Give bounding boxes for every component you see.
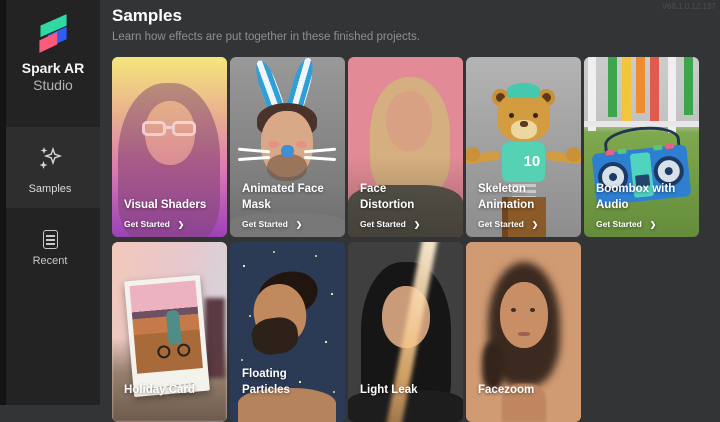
fence-ribbon — [636, 57, 645, 113]
sample-card-animated-face-mask[interactable]: Animated Face Mask Get Started ❯ — [230, 57, 345, 237]
bear-eye — [509, 113, 514, 118]
card-label: Face Distortion Get Started ❯ — [360, 181, 457, 229]
card-label: Visual Shaders Get Started ❯ — [124, 197, 221, 229]
sample-card-boombox-with-audio[interactable]: Boombox with Audio Get Started ❯ — [584, 57, 699, 237]
face-shape — [500, 282, 548, 348]
sidebar-item-samples[interactable]: Samples — [0, 127, 100, 208]
blush-shape — [268, 141, 279, 148]
bear-shirt: 10 — [502, 142, 545, 182]
get-started-link[interactable]: Get Started ❯ — [242, 219, 339, 229]
brand-name: Spark AR — [21, 60, 85, 76]
shirt-number: 10 — [523, 153, 541, 170]
card-label: Facezoom — [478, 382, 575, 398]
card-title: Animated Face Mask — [242, 183, 324, 211]
get-started-link[interactable]: Get Started ❯ — [596, 219, 693, 229]
brand: Spark AR Studio — [6, 0, 100, 94]
sparkles-icon — [39, 146, 63, 169]
chevron-right-icon: ❯ — [295, 219, 303, 229]
spark-ar-logo-icon — [39, 14, 67, 53]
fence-ribbon — [608, 57, 617, 117]
building-silhouette — [205, 298, 225, 378]
card-label: Animated Face Mask Get Started ❯ — [242, 181, 339, 229]
document-icon — [42, 230, 58, 249]
fence-ribbon — [650, 57, 659, 121]
window-edge — [0, 0, 6, 405]
bunny-nose — [281, 145, 294, 157]
eye-shape — [530, 308, 535, 312]
chevron-right-icon: ❯ — [649, 219, 657, 229]
sample-card-light-leak[interactable]: Light Leak — [348, 242, 463, 422]
card-title: Light Leak — [360, 384, 418, 396]
boombox-button — [652, 144, 663, 151]
beard-shape — [267, 154, 307, 181]
brand-subname: Studio — [33, 77, 73, 93]
card-label: Skeleton Animation Get Started ❯ — [478, 181, 575, 229]
card-label: Boombox with Audio Get Started ❯ — [596, 181, 693, 229]
lips-shape — [518, 332, 530, 336]
eye-shape — [511, 308, 516, 312]
bike-wheel — [176, 343, 191, 358]
blush-shape — [296, 141, 307, 148]
sample-card-holiday-card[interactable]: Holiday Card — [112, 242, 227, 422]
sample-card-floating-particles[interactable]: Floating Particles — [230, 242, 345, 422]
samples-grid: Visual Shaders Get Started ❯ Animated Fa… — [112, 57, 699, 422]
sample-card-facezoom[interactable]: Facezoom — [466, 242, 581, 422]
get-started-link[interactable]: Get Started ❯ — [124, 219, 221, 229]
page-subtitle: Learn how effects are put together in th… — [112, 31, 420, 43]
get-started-link[interactable]: Get Started ❯ — [360, 219, 457, 229]
card-title: Facezoom — [478, 384, 535, 396]
card-title: Floating Particles — [242, 368, 290, 396]
sample-card-face-distortion[interactable]: Face Distortion Get Started ❯ — [348, 57, 463, 237]
bear-eye — [533, 113, 538, 118]
polaroid-frame — [124, 274, 210, 398]
sample-card-visual-shaders[interactable]: Visual Shaders Get Started ❯ — [112, 57, 227, 237]
bear-cap — [507, 83, 540, 98]
bike-wheel — [156, 344, 171, 359]
sidebar-item-label: Recent — [32, 255, 68, 267]
boombox-button — [617, 148, 627, 155]
get-started-link[interactable]: Get Started ❯ — [478, 219, 575, 229]
sidebar: Spark AR Studio Samples Recent — [0, 0, 100, 405]
card-title: Boombox with Audio — [596, 183, 676, 211]
page-title: Samples — [112, 6, 182, 25]
card-title: Holiday Card — [124, 384, 195, 396]
chevron-right-icon: ❯ — [177, 219, 185, 229]
fence-post — [588, 57, 596, 131]
card-label: Light Leak — [360, 382, 457, 398]
fence-ribbon — [684, 57, 693, 115]
sample-card-skeleton-animation[interactable]: 10 Skeleton Animation Get Started ❯ — [466, 57, 581, 237]
card-title: Face Distortion — [360, 183, 415, 211]
card-title: Skeleton Animation — [478, 183, 535, 211]
bear-nose — [520, 121, 528, 127]
bear-paw — [566, 147, 581, 162]
sidebar-item-recent[interactable]: Recent — [0, 208, 100, 280]
fence-ribbon — [622, 57, 631, 125]
card-title: Visual Shaders — [124, 199, 207, 211]
polaroid-photo — [129, 280, 203, 374]
version-label: V68.1.0.12.137 — [661, 2, 716, 11]
person-shape — [165, 309, 182, 345]
chevron-right-icon: ❯ — [413, 219, 421, 229]
sidebar-item-label: Samples — [28, 183, 72, 195]
boombox-button — [605, 149, 615, 156]
boombox-button — [664, 143, 675, 150]
card-label: Floating Particles — [242, 366, 339, 398]
chevron-right-icon: ❯ — [531, 219, 539, 229]
card-label: Holiday Card — [124, 382, 221, 398]
